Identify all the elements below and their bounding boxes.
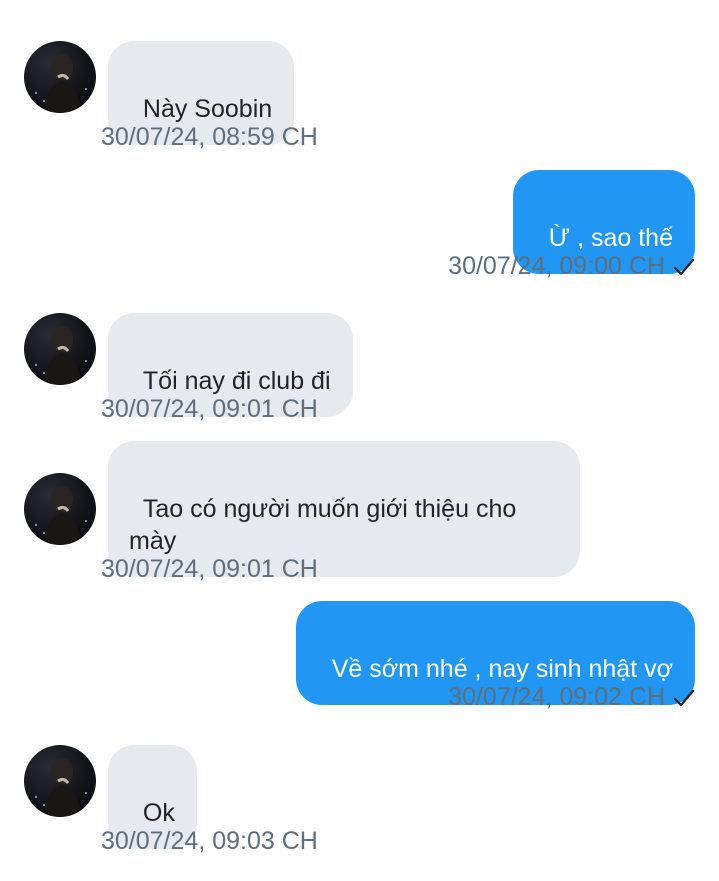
message-text: Tao có người muốn giới thiệu cho mày bbox=[129, 495, 517, 555]
message-text: Tối nay đi club đi bbox=[142, 367, 331, 395]
contact-avatar[interactable] bbox=[24, 473, 96, 545]
check-icon bbox=[673, 685, 695, 715]
message-timestamp: 30/07/24, 09:03 CH bbox=[101, 827, 318, 855]
message-text: Ừ , sao thế bbox=[548, 224, 673, 252]
message-text: Ok bbox=[142, 799, 175, 827]
message-timestamp: 30/07/24, 08:59 CH bbox=[101, 123, 318, 151]
message-timestamp-row: 30/07/24, 09:00 CH bbox=[448, 251, 695, 284]
message-timestamp: 30/07/24, 09:01 CH bbox=[101, 395, 318, 423]
message-timestamp: 30/07/24, 09:00 CH bbox=[448, 252, 665, 280]
contact-avatar[interactable] bbox=[24, 745, 96, 817]
contact-avatar[interactable] bbox=[24, 313, 96, 385]
message-timestamp-row: 30/07/24, 09:02 CH bbox=[448, 682, 695, 715]
contact-avatar[interactable] bbox=[24, 41, 96, 113]
message-timestamp: 30/07/24, 09:01 CH bbox=[101, 555, 318, 583]
check-icon bbox=[673, 254, 695, 284]
message-text: Này Soobin bbox=[142, 95, 273, 123]
message-timestamp: 30/07/24, 09:02 CH bbox=[448, 683, 665, 711]
message-text: Về sớm nhé , nay sinh nhật vợ bbox=[331, 655, 673, 683]
